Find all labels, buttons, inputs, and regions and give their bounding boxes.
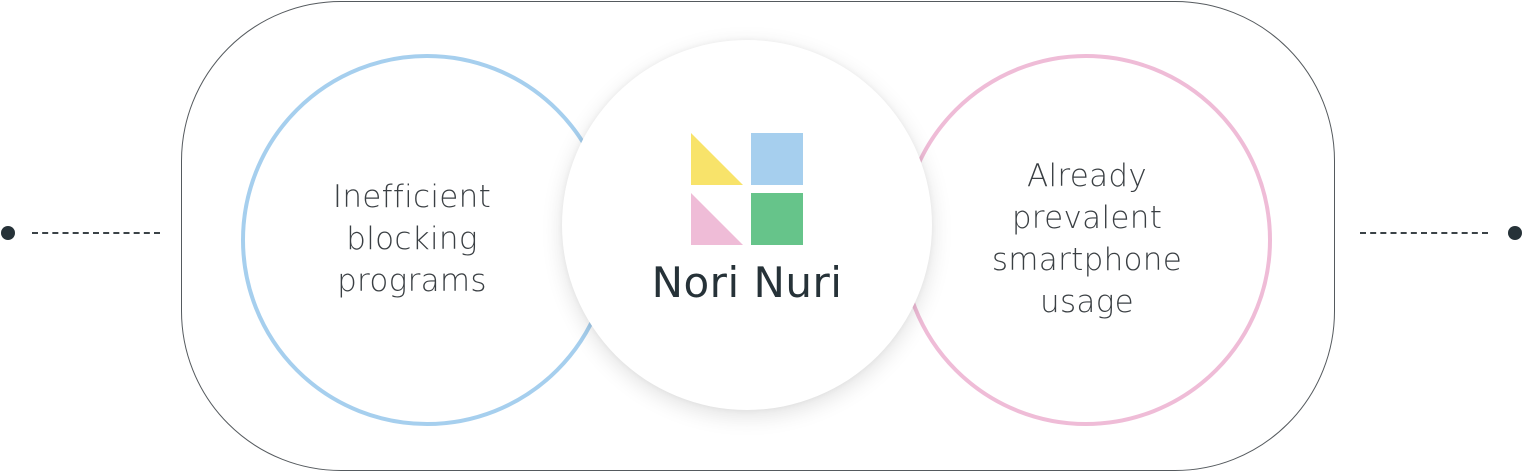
right-connector-dot [1508,226,1522,240]
logo-green-square [751,193,803,245]
left-connector [1,226,161,240]
left-connector-dashed-line [32,232,160,234]
right-connector [1360,226,1524,240]
right-circle-label: Already prevalent smartphone usage [991,158,1183,320]
right-connector-dashed-line [1360,232,1488,234]
logo-blue-square [751,133,803,185]
diagram-canvas: Inefficient blocking programs Already pr… [0,0,1524,474]
left-circle: Inefficient blocking programs [241,54,613,426]
logo-pink-triangle [691,193,743,245]
logo-yellow-triangle [691,133,743,185]
brand-name: Nori Nuri [651,258,843,307]
left-circle-label: Inefficient blocking programs [332,179,492,299]
left-connector-dot [1,226,15,240]
right-circle: Already prevalent smartphone usage [900,54,1272,426]
nori-nuri-logo-icon [691,133,803,245]
center-circle: Nori Nuri [562,40,932,410]
